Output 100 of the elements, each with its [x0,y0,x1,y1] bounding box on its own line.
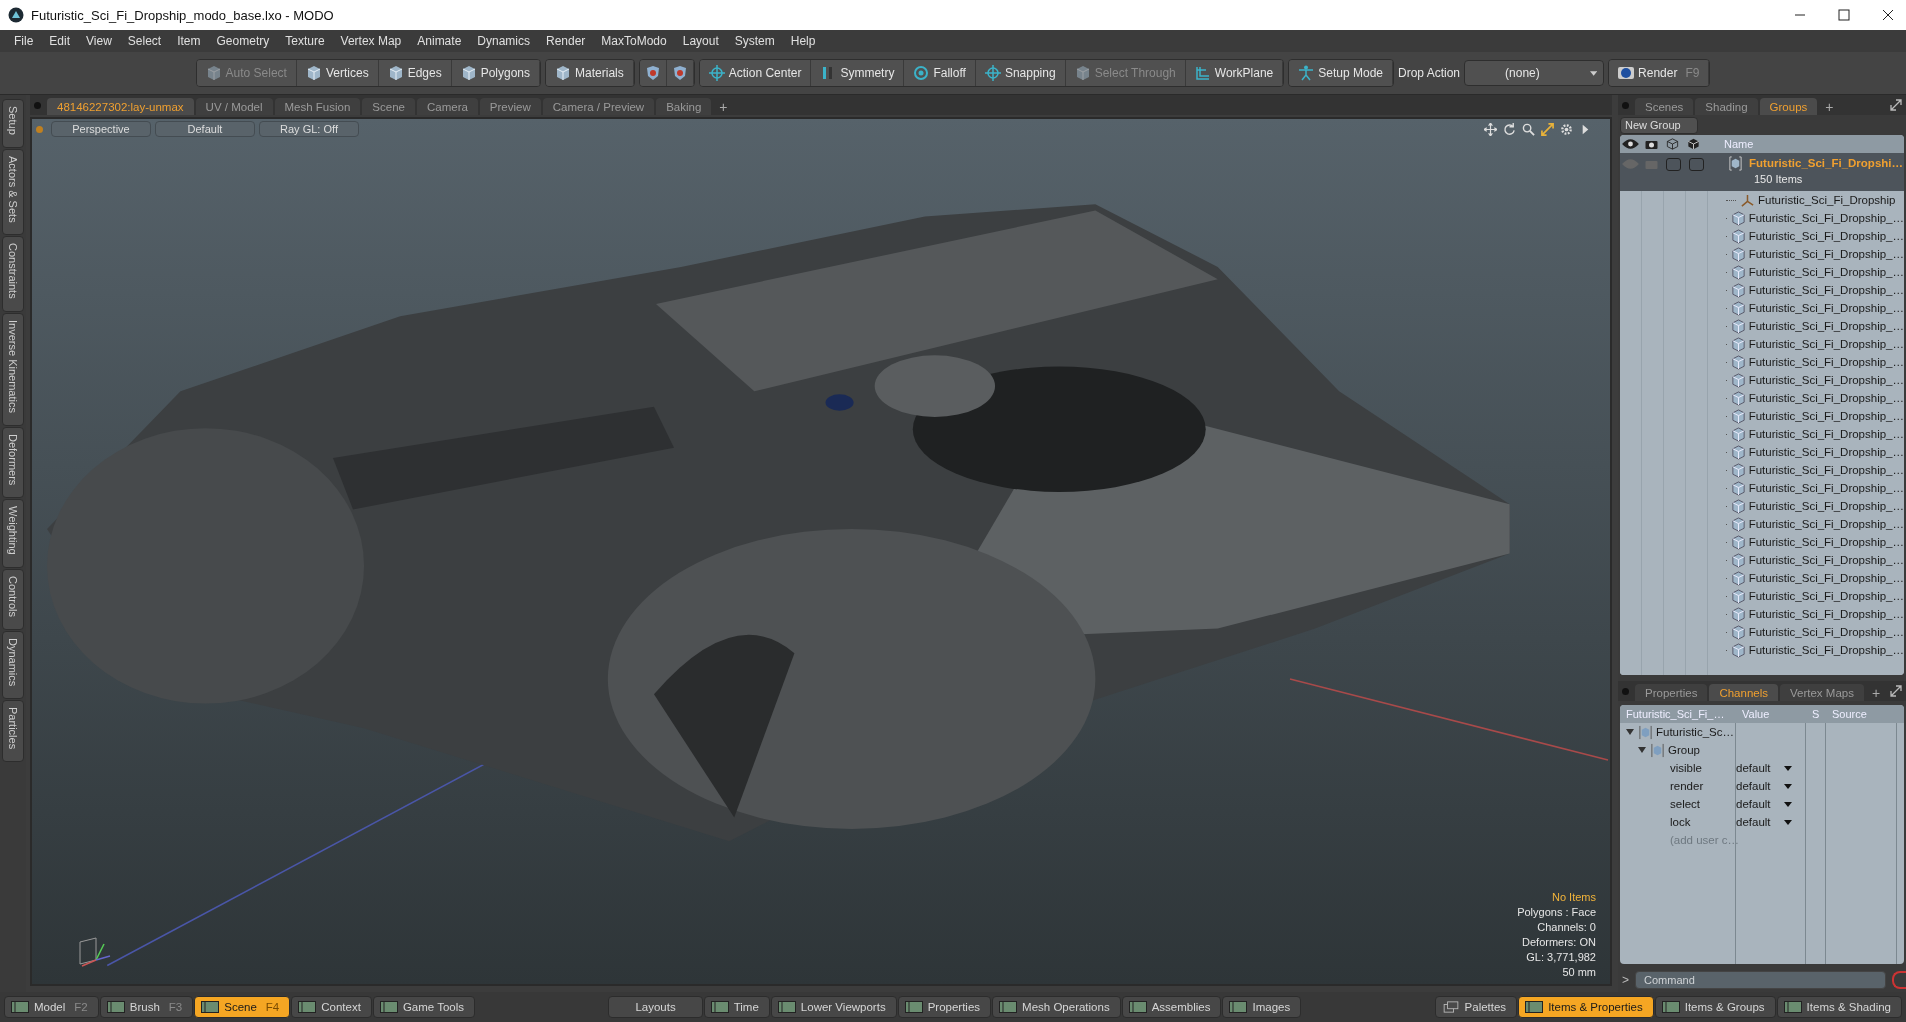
item-name[interactable]: Futuristic_Sci_Fi_Dropship_… [1748,482,1904,494]
item-name[interactable]: Futuristic_Sci_Fi_Dropship_… [1748,464,1904,476]
item-name[interactable]: Futuristic_Sci_Fi_Dropship_… [1748,590,1904,602]
layout-button[interactable]: Layouts [608,996,703,1018]
expand-icon[interactable] [1890,685,1902,697]
viewport-tab[interactable]: Mesh Fusion [274,98,361,115]
layout-button[interactable]: Brush F3 [99,996,194,1018]
item-name[interactable]: Futuristic_Sci_Fi_Dropship_… [1748,644,1904,656]
panel-tab[interactable]: Properties [1635,684,1708,701]
maximize-icon[interactable] [1838,9,1850,21]
item-name[interactable]: Futuristic_Sci_Fi_Dropship_… [1748,338,1904,350]
select-checkbox[interactable] [1689,157,1704,171]
side-tab[interactable]: Dynamics [2,631,24,700]
item-name[interactable]: Futuristic_Sci_Fi_Dropship_… [1748,356,1904,368]
command-field[interactable]: Command [1635,971,1886,989]
side-tab[interactable]: Setup [2,99,24,148]
menu-item[interactable]: Edit [41,34,79,48]
menu-item[interactable]: View [78,34,120,48]
layout-button[interactable]: Properties [897,996,992,1018]
panel-tab[interactable]: Channels [1709,684,1778,701]
viewport-tab[interactable]: Preview [479,98,541,115]
panel-tab[interactable]: Scenes [1635,98,1694,115]
item-name[interactable]: Futuristic_Sci_Fi_Dropship_… [1748,500,1904,512]
item-name[interactable]: Futuristic_Sc… [1656,726,1734,738]
item-name[interactable]: Futuristic_Sci_Fi_Dropship_… [1748,518,1904,530]
layout-button[interactable]: Items & Shading [1776,996,1902,1018]
menu-item[interactable]: Render [538,34,594,48]
menu-item[interactable]: File [6,34,42,48]
group-name[interactable]: Group [1668,744,1700,756]
expand-icon[interactable] [1890,99,1902,111]
drop-action-dropdown[interactable]: (none) [1464,60,1605,86]
item-name[interactable]: Futuristic_Sci_Fi_Dropship_… [1748,536,1904,548]
search-icon[interactable] [1522,122,1535,136]
viewport-tab[interactable]: Baking [656,98,712,115]
maximize-icon[interactable] [1541,122,1554,136]
viewport-tab[interactable]: Camera / Preview [542,98,655,115]
channel-value-dropdown[interactable]: default [1736,780,1796,792]
layout-button[interactable]: Lower Viewports [770,996,897,1018]
item-name[interactable]: Futuristic_Sci_Fi_Dropship_… [1748,572,1904,584]
toolbar-button[interactable]: Setup Mode [1289,60,1393,86]
add-tab-button[interactable]: + [1865,685,1887,701]
side-tab[interactable]: Constraints [2,236,24,313]
menu-item[interactable]: Vertex Map [332,34,410,48]
layout-button[interactable]: Time [703,996,770,1018]
item-name[interactable]: Futuristic_Sci_Fi_Dropship_… [1748,410,1904,422]
item-name[interactable]: Futuristic_Sci_Fi_Dropship_… [1748,608,1904,620]
expand-triangle-icon[interactable] [1638,746,1646,754]
layout-button[interactable]: Assemblies [1121,996,1222,1018]
item-name[interactable]: Futuristic_Sci_Fi_Dropship_… [1748,320,1904,332]
item-name[interactable]: Futuristic_Sci_Fi_Dropship_… [1748,626,1904,638]
menu-item[interactable]: Animate [409,34,470,48]
panel-tab[interactable]: Vertex Maps [1780,684,1864,701]
item-name[interactable]: Futuristic_Sci_Fi_Dropship_… [1748,428,1904,440]
add-tab-button[interactable]: + [713,99,734,115]
channel-name[interactable]: render [1670,780,1736,792]
menu-item[interactable]: Geometry [208,34,278,48]
item-name[interactable]: Futuristic_Sci_Fi_Dropship_… [1748,554,1904,566]
close-icon[interactable] [1882,9,1894,21]
menu-item[interactable]: Item [169,34,209,48]
channel-value-dropdown[interactable]: default [1736,762,1796,774]
channel-value-dropdown[interactable]: default [1736,798,1796,810]
channel-name[interactable]: select [1670,798,1736,810]
layout-button[interactable]: Model F2 [4,996,99,1018]
layout-button[interactable]: Items & Groups [1654,996,1776,1018]
side-tab[interactable]: Particles [2,700,24,763]
menu-item[interactable]: Select [119,34,170,48]
channel-name[interactable]: visible [1670,762,1736,774]
menu-item[interactable]: Dynamics [469,34,538,48]
layout-button[interactable]: Game Tools [372,996,476,1018]
channel-name[interactable]: lock [1670,816,1736,828]
item-name[interactable]: Futuristic_Sci_Fi_Dropship [1758,194,1896,206]
menu-item[interactable]: System [726,34,783,48]
side-tab[interactable]: Actors & Sets [2,148,24,236]
viewport-tab[interactable]: 48146227302:lay-unmax [47,98,194,115]
side-tab[interactable]: Deformers [2,426,24,499]
toolbar-button[interactable]: Render F9 [1609,60,1710,86]
layout-button[interactable]: Items & Properties [1518,996,1654,1018]
viewport-tab[interactable]: Camera [416,98,478,115]
rotate-icon[interactable] [1503,122,1516,136]
channel-value-dropdown[interactable]: default [1736,816,1796,828]
item-name[interactable]: Futuristic_Sci_Fi_Dropship_… [1748,248,1904,260]
side-tab[interactable]: Inverse Kinematics [2,313,24,426]
item-name[interactable]: Futuristic_Sci_Fi_Dropship_… [1748,212,1904,224]
item-name[interactable]: Futuristic_Sci_Fi_Dropship_… [1748,284,1904,296]
viewport-tab[interactable]: UV / Model [195,98,273,115]
menu-item[interactable]: Layout [674,34,727,48]
side-tab[interactable]: Controls [2,569,24,630]
layout-button[interactable]: Context [291,996,372,1018]
viewport-tab[interactable]: Scene [362,98,415,115]
layout-button[interactable]: Scene F4 [194,996,291,1018]
menu-item[interactable]: MaxToModo [593,34,675,48]
layout-button[interactable]: Images [1222,996,1302,1018]
side-tab[interactable]: Weighting [2,499,24,569]
item-name[interactable]: Futuristic_Sci_Fi_Dropship_… [1748,302,1904,314]
group-name[interactable]: Futuristic_Sci_Fi_Dropshi… [1749,157,1903,169]
viewport-option-button[interactable]: Perspective [51,121,151,137]
item-name[interactable]: Futuristic_Sci_Fi_Dropship_… [1748,266,1904,278]
toolbar-button[interactable]: Action Center [699,60,812,86]
menu-item[interactable]: Help [782,34,824,48]
move-icon[interactable] [1484,122,1497,136]
